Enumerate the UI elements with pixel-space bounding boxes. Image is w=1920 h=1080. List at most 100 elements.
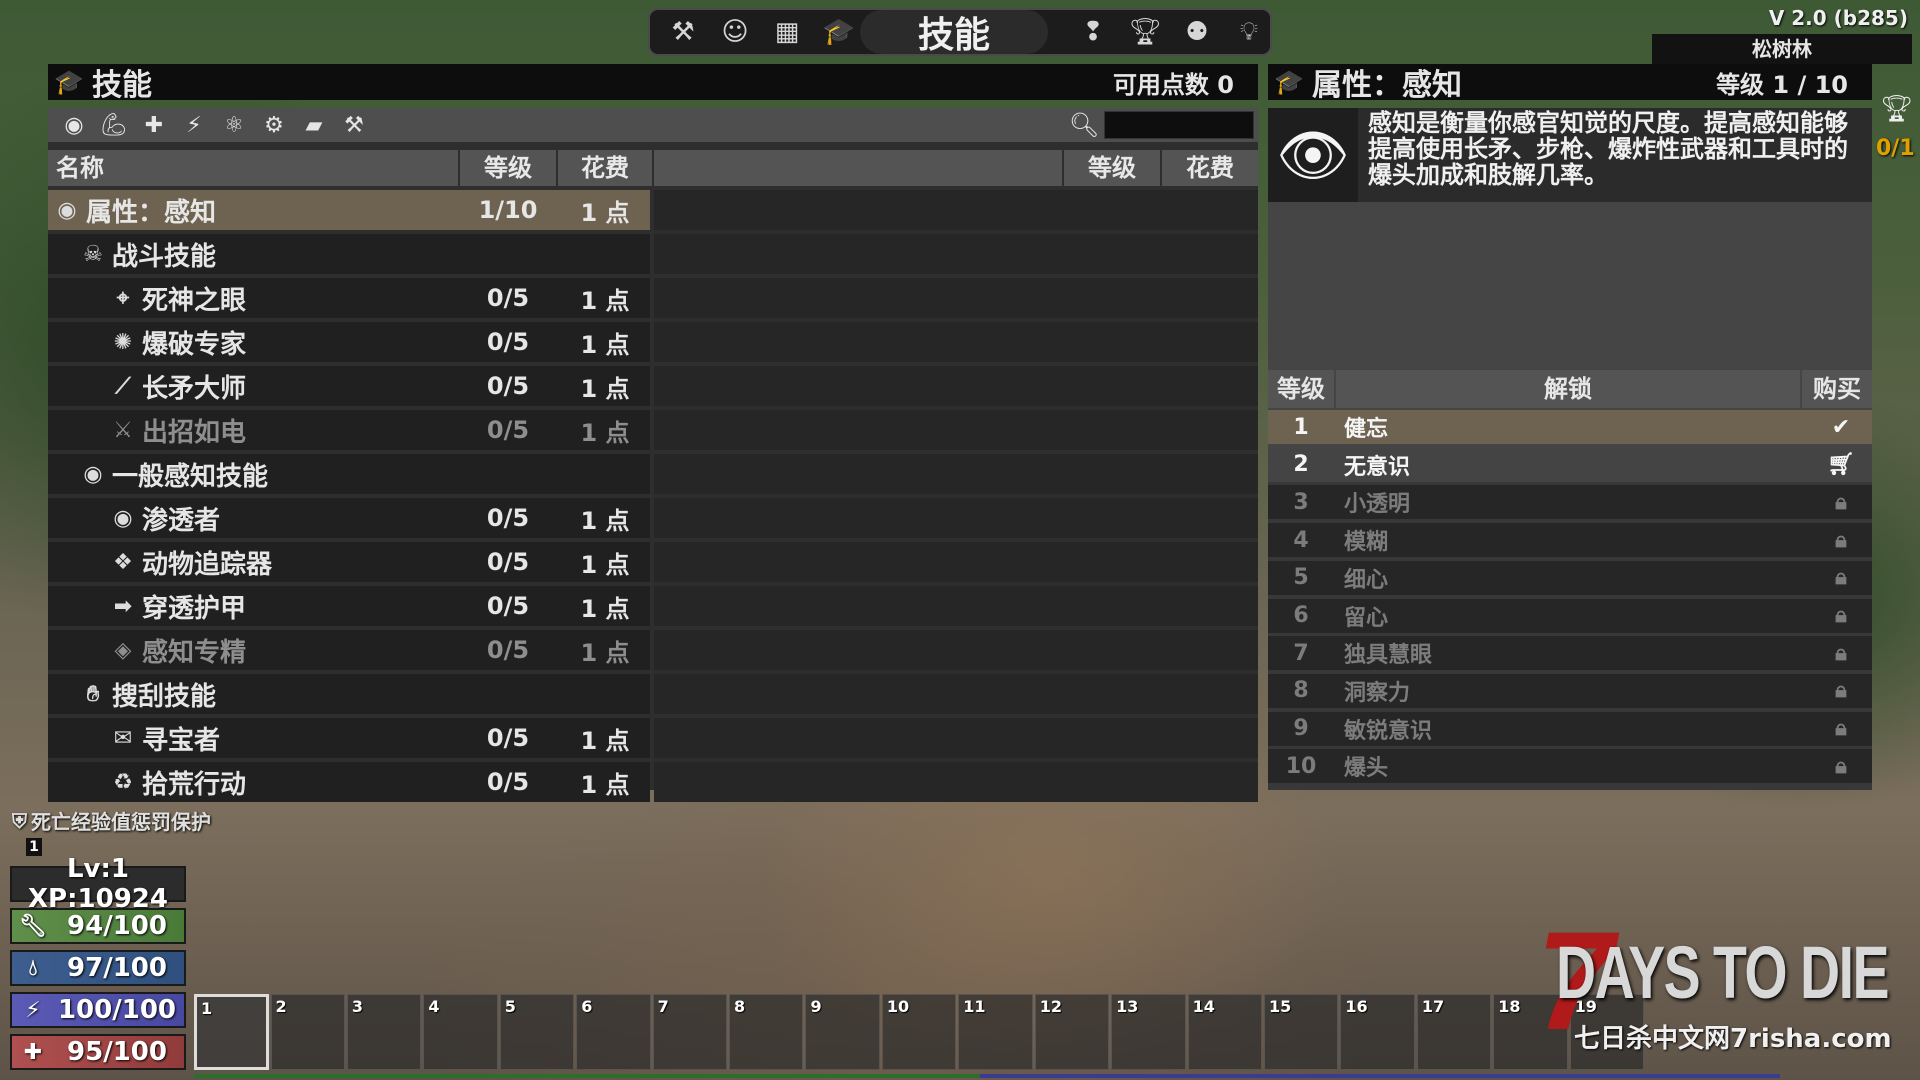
toolbelt-slot[interactable]: 4 xyxy=(423,994,498,1070)
skill-group-row[interactable]: ◉ 一般感知技能 xyxy=(48,454,650,494)
slot-number: 4 xyxy=(428,997,440,1016)
toolbelt-slot[interactable]: 5 xyxy=(499,994,575,1070)
skill-level: 0/5 xyxy=(486,372,530,400)
skill-name: 渗透者 xyxy=(142,505,221,536)
category-icons: ◉ 💪︎ ✚ ⚡︎ ⚛ ⚙ ▰ ⚒ xyxy=(54,108,374,142)
unlock-row[interactable]: 1 健忘 ✔ xyxy=(1268,410,1872,444)
skill-row[interactable]: ✺ 爆破专家 0/5 1 点 xyxy=(48,322,650,362)
skill-group-row[interactable]: ☠ 战斗技能 xyxy=(48,234,650,274)
column-header-level-2[interactable]: 等级 xyxy=(1064,150,1160,186)
players-icon[interactable]: ⚉ xyxy=(1176,12,1218,52)
skill-row[interactable]: ◉ 渗透者 0/5 1 点 xyxy=(48,498,650,538)
toolbelt-slot[interactable]: 6 xyxy=(576,994,651,1070)
skill-row[interactable]: ⟋ 长矛大师 0/5 1 点 xyxy=(48,366,650,406)
column-header-cost-2[interactable]: 花费 xyxy=(1162,150,1258,186)
skill-row[interactable]: ◈ 感知专精 0/5 1 点 xyxy=(48,630,650,670)
toolbelt-slot[interactable]: 8 xyxy=(729,994,804,1070)
book-icon[interactable]: ▰ xyxy=(294,108,334,142)
trophy-icon[interactable]: 🏆︎ xyxy=(1124,12,1166,52)
skill-row-detail xyxy=(654,366,1258,406)
quest-icon[interactable]: ❢ xyxy=(1072,12,1114,52)
unlock-level: 6 xyxy=(1293,603,1309,628)
toolbelt-slot[interactable]: 2 xyxy=(270,994,345,1070)
toolbelt-slot[interactable]: 1 xyxy=(194,994,269,1070)
lock-icon: 🔒︎ xyxy=(1835,716,1847,742)
toolbelt-slot[interactable]: 11 xyxy=(958,994,1033,1070)
eye-icon[interactable]: ◉ xyxy=(54,108,94,142)
unlock-row[interactable]: 9 敏锐意识 🔒︎ xyxy=(1268,711,1872,746)
unlock-row[interactable]: 3 小透明 🔒︎ xyxy=(1268,485,1872,520)
toolbelt-slot[interactable]: 3 xyxy=(346,994,422,1070)
skill-row[interactable]: ♻ 拾荒行动 0/5 1 点 xyxy=(48,762,650,802)
toolbelt-slot[interactable]: 13 xyxy=(1111,994,1186,1070)
skill-name: 搜刮技能 xyxy=(112,681,217,712)
toolbelt-slot[interactable]: 12 xyxy=(1034,994,1110,1070)
skills-icon[interactable]: 🎓 xyxy=(818,12,860,52)
skill-name: 长矛大师 xyxy=(142,373,247,404)
lightbulb-icon[interactable]: 💡︎ xyxy=(1228,12,1270,52)
skill-row[interactable]: ✉ 寻宝者 0/5 1 点 xyxy=(48,718,650,758)
unlock-row[interactable]: 4 模糊 🔒︎ xyxy=(1268,523,1872,558)
skill-cost: 1 点 xyxy=(580,506,630,535)
unlock-level: 4 xyxy=(1293,527,1309,553)
unlock-name: 留心 xyxy=(1344,605,1389,631)
water-drop-icon: 💧︎ xyxy=(28,955,38,981)
search-icon[interactable]: 🔍︎ xyxy=(1064,111,1104,139)
skill-cost: 1 点 xyxy=(580,286,630,315)
skill-name: 动物追踪器 xyxy=(142,549,273,580)
toolbelt-slot[interactable]: 7 xyxy=(652,994,728,1070)
health-value: 95/100 xyxy=(67,1037,167,1067)
hammer-icon[interactable]: ⚒ xyxy=(334,108,374,142)
unlock-row[interactable]: 8 洞察力 🔒︎ xyxy=(1268,673,1872,708)
running-icon[interactable]: ⚡︎ xyxy=(174,108,214,142)
skill-row[interactable]: ➡ 穿透护甲 0/5 1 点 xyxy=(48,586,650,626)
hammer-icon[interactable]: ⚒ xyxy=(662,12,704,52)
gear-icon[interactable]: ⚙ xyxy=(254,108,294,142)
skill-row[interactable]: ❖ 动物追踪器 0/5 1 点 xyxy=(48,542,650,582)
plus-icon[interactable]: ✚ xyxy=(134,108,174,142)
brain-icon[interactable]: ⚛ xyxy=(214,108,254,142)
toolbelt-slot[interactable]: 10 xyxy=(881,994,957,1070)
toolbelt-slot[interactable]: 15 xyxy=(1263,994,1339,1070)
skill-row-detail xyxy=(654,454,1258,494)
skill-cost: 1 点 xyxy=(580,198,630,227)
skill-name: 爆破专家 xyxy=(142,329,247,360)
treasure-icon: ✉ xyxy=(113,725,133,751)
column-header-level[interactable]: 等级 xyxy=(460,150,556,186)
unlock-row[interactable]: 7 独具慧眼 🔒︎ xyxy=(1268,636,1872,671)
column-header-name[interactable]: 名称 xyxy=(48,150,458,186)
skill-level: 0/5 xyxy=(486,768,530,796)
shield-icon: ⛨ xyxy=(12,808,27,833)
skill-row[interactable]: ⚔ 出招如电 0/5 1 点 xyxy=(48,410,650,450)
toolbelt-slot[interactable]: 9 xyxy=(805,994,880,1070)
map-icon[interactable]: ▦ xyxy=(766,12,808,52)
toolbelt-slot[interactable]: 14 xyxy=(1187,994,1262,1070)
top-menu-title-text: 技能 xyxy=(917,15,990,56)
unlock-row[interactable]: 6 留心 🔒︎ xyxy=(1268,598,1872,633)
graduation-cap-icon: 🎓 xyxy=(54,68,84,96)
unlock-header-level: 等级 xyxy=(1268,370,1334,408)
unlock-row[interactable]: 10 爆头 🔒︎ xyxy=(1268,749,1872,784)
unlock-level: 1 xyxy=(1293,414,1309,440)
unlock-row[interactable]: 2 无意识 🛒︎ xyxy=(1268,447,1872,482)
attribute-row[interactable]: ◉ 属性：感知 1/10 1 点 xyxy=(48,190,650,230)
watermark-sub: 七日杀中文网7risha.com xyxy=(1574,1024,1892,1054)
column-headers: 名称 等级 花费 等级 花费 xyxy=(48,150,1258,186)
arm-icon[interactable]: 💪︎ xyxy=(94,108,134,142)
skill-name: 寻宝者 xyxy=(142,725,221,756)
column-header-cost[interactable]: 花费 xyxy=(558,150,652,186)
search-input[interactable] xyxy=(1104,111,1254,139)
skill-group-row[interactable]: ✋︎ 搜刮技能 xyxy=(48,674,650,714)
unlock-level: 10 xyxy=(1285,753,1317,779)
unlock-row[interactable]: 5 细心 🔒︎ xyxy=(1268,560,1872,595)
unlock-name: 模糊 xyxy=(1344,530,1389,556)
death-protection-label: ⛨ 死亡经验值惩罚保护 xyxy=(12,806,211,835)
skill-row[interactable]: ⌖ 死神之眼 0/5 1 点 xyxy=(48,278,650,318)
character-icon[interactable]: ☺ xyxy=(714,12,756,52)
toolbelt-slot[interactable]: 16 xyxy=(1340,994,1415,1070)
check-icon: ✔ xyxy=(1831,414,1851,440)
cart-icon[interactable]: 🛒︎ xyxy=(1826,452,1856,477)
crosshair-icon: ⌖ xyxy=(116,285,130,311)
skill-row-detail xyxy=(654,586,1258,626)
toolbelt-slot[interactable]: 17 xyxy=(1416,994,1492,1070)
